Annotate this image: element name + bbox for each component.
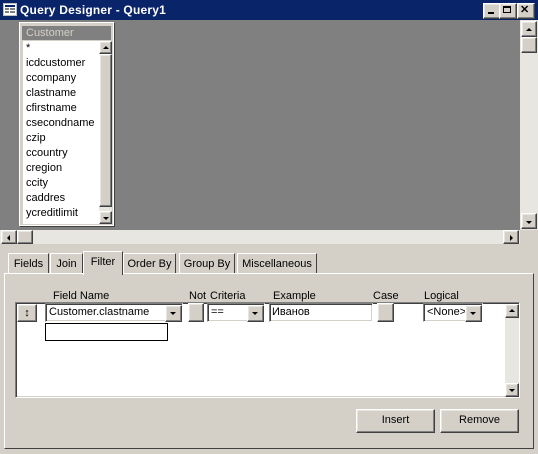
app-icon[interactable] [3,3,17,16]
arrow-down-icon [509,389,515,392]
close-button[interactable]: ✕ [517,3,535,19]
field-list-item[interactable]: cregion [23,161,99,176]
scroll-thumb[interactable] [99,54,112,207]
logical-value: <None> [427,306,467,318]
tab-miscellaneous[interactable]: Miscellaneous [237,253,317,273]
tab-join[interactable]: Join [50,253,83,273]
arrow-down-icon [526,221,532,224]
field-list-item[interactable]: caddres [23,191,99,206]
maximize-button[interactable] [499,3,517,19]
remove-button-label: Remove [459,414,500,426]
maximize-icon [503,6,511,13]
insert-button[interactable]: Insert [356,409,435,433]
criteria-combo[interactable]: == [207,303,265,322]
col-header-field-name: Field Name [53,290,110,302]
col-header-case: Case [373,290,399,302]
arrow-up-icon [103,46,109,49]
arrow-down-icon [103,217,109,220]
grid-scroll-down-button[interactable] [505,383,519,397]
scroll-up-button[interactable] [99,41,112,54]
canvas-hscrollbar[interactable] [0,230,520,244]
field-list-scrollbar[interactable] [99,41,112,224]
scroll-corner [520,230,538,244]
grid-scroll-up-button[interactable] [505,304,519,318]
chevron-down-icon [170,312,176,315]
field-list-item[interactable]: clastname [23,86,99,101]
field-list-item[interactable]: cfirstname [23,101,99,116]
tab-order-by[interactable]: Order By [123,253,176,273]
field-list[interactable]: * icdcustomer ccompany clastname cfirstname c… [23,41,99,224]
field-list-item[interactable]: ccity [23,176,99,191]
field-list-item[interactable]: czip [23,131,99,146]
window-title: Query Designer - Query1 [20,3,166,17]
field-name-dropdown-button[interactable] [165,305,182,322]
close-icon: ✕ [520,4,530,16]
chevron-down-icon [252,312,258,315]
col-header-logical: Logical [424,290,459,302]
field-name-value: Customer.clastname [49,306,150,318]
logical-combo[interactable]: <None> [423,303,483,322]
not-toggle[interactable] [188,303,204,322]
move-icon: ↕ [24,307,30,319]
arrow-up-icon [526,28,532,31]
scroll-down-button[interactable] [99,211,112,224]
field-list-item[interactable]: ycreditlimit [23,206,99,221]
vscroll-thumb[interactable] [521,37,537,53]
vscroll-up-button[interactable] [521,21,537,37]
criteria-dropdown-button[interactable] [247,305,264,322]
hscroll-right-button[interactable] [503,230,519,244]
field-list-item[interactable]: ccountry [23,146,99,161]
field-list-item[interactable]: ccompany [23,71,99,86]
field-list-item[interactable]: icdcustomer [23,56,99,71]
criteria-value: == [211,306,224,318]
field-name-combo[interactable]: Customer.clastname [45,303,183,322]
hscroll-thumb[interactable] [17,230,33,244]
minimize-icon [488,12,494,14]
canvas-vscrollbar[interactable] [520,20,538,230]
col-header-criteria: Criteria [210,290,246,302]
new-field-name-input[interactable] [45,323,168,341]
insert-button-label: Insert [381,414,410,426]
chevron-down-icon [470,312,476,315]
col-header-example: Example [273,290,316,302]
logical-dropdown-button[interactable] [465,305,482,322]
arrow-left-icon [7,235,10,241]
table-box-title[interactable]: Customer [22,26,111,40]
title-bar: Query Designer - Query1 ✕ [0,0,538,20]
tab-group-by[interactable]: Group By [179,253,235,273]
col-header-not: Not [189,290,207,302]
field-list-item[interactable]: csecondname [23,116,99,131]
remove-button[interactable]: Remove [440,409,519,433]
example-input[interactable]: Иванов [269,303,373,322]
arrow-right-icon [510,235,513,241]
example-value: Иванов [272,306,310,318]
field-list-item[interactable]: * [23,41,99,56]
tab-filter[interactable]: Filter [83,251,123,275]
table-box-customer[interactable]: Customer * icdcustomer ccompany clastname cf… [19,22,114,226]
tab-fields[interactable]: Fields [8,253,49,273]
row-mover-button[interactable]: ↕ [17,304,37,322]
case-toggle[interactable] [377,303,394,322]
vscroll-down-button[interactable] [521,213,537,229]
grid-vscrollbar[interactable] [505,304,519,397]
hscroll-left-button[interactable] [1,230,17,244]
arrow-up-icon [509,309,515,312]
